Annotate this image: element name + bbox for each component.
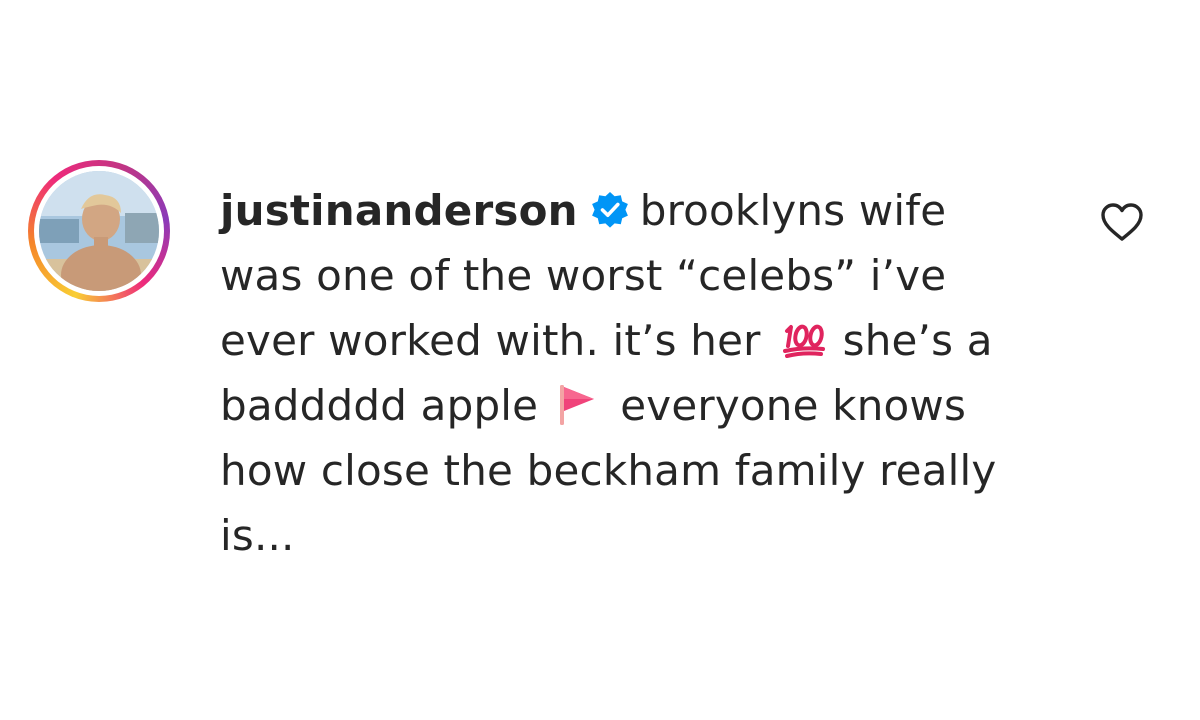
- comment-line-3-head: ever worked with. it’s her: [220, 316, 761, 365]
- comment-row: justinanderson brooklyns wife was one of…: [28, 160, 1188, 580]
- comment-line-6: is...: [220, 511, 295, 560]
- comment-username[interactable]: justinanderson: [220, 186, 578, 235]
- comment-line-3-tail: she’s a: [842, 316, 993, 365]
- heart-outline-icon[interactable]: [1100, 202, 1144, 242]
- comment-line-1: brooklyns wife: [639, 186, 947, 235]
- comment-line-2: was one of the worst “celebs” i’ve: [220, 251, 947, 300]
- avatar[interactable]: [39, 171, 159, 291]
- verified-badge-icon: [591, 192, 628, 228]
- avatar-story-ring[interactable]: [28, 160, 170, 302]
- red-flag-emoji: [560, 385, 595, 425]
- hundred-points-emoji: [782, 324, 825, 358]
- avatar-ring-gap: [34, 166, 164, 296]
- comment-text: justinanderson brooklyns wife was one of…: [220, 178, 1040, 568]
- comment-line-4-tail: everyone knows: [620, 381, 967, 430]
- comment-line-5: how close the beckham family really: [220, 446, 997, 495]
- comment-line-4-head: baddddd apple: [220, 381, 539, 430]
